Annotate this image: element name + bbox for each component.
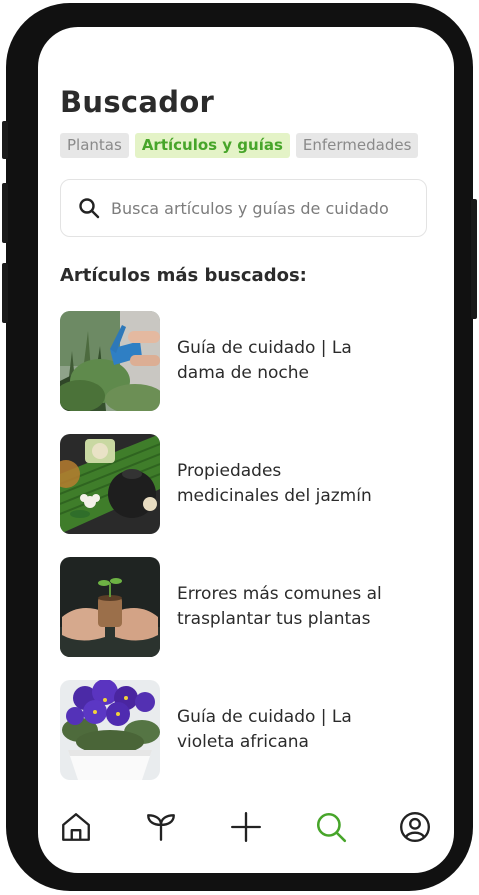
bottom-nav bbox=[38, 807, 454, 863]
section-title: Artículos más buscados: bbox=[60, 265, 307, 286]
list-item[interactable]: Guía de cuidado | La violeta africana bbox=[60, 680, 430, 780]
side-button bbox=[2, 121, 8, 159]
sprout-icon bbox=[147, 814, 175, 841]
tab-articulos-y-guias[interactable]: Artículos y guías bbox=[134, 133, 290, 158]
nav-home[interactable] bbox=[56, 807, 96, 847]
page-title: Buscador bbox=[60, 85, 215, 119]
nav-plants[interactable] bbox=[141, 807, 181, 847]
list-item[interactable]: Errores más comunes al trasplantar tus p… bbox=[60, 557, 430, 657]
tab-plantas[interactable]: Plantas bbox=[60, 133, 129, 158]
filter-tabs: Plantas Artículos y guías Enfermedades bbox=[60, 133, 419, 158]
tab-enfermedades[interactable]: Enfermedades bbox=[295, 133, 419, 158]
plus-icon bbox=[231, 812, 261, 842]
watering-plants-photo bbox=[60, 311, 160, 411]
phone-frame: Buscador Plantas Artículos y guías Enfer… bbox=[2, 3, 477, 891]
seedling-hands-photo bbox=[60, 557, 160, 657]
side-button bbox=[2, 263, 8, 323]
article-title: Propiedades medicinales del jazmín bbox=[177, 461, 372, 506]
side-button bbox=[2, 183, 8, 243]
list-item[interactable]: Propiedades medicinales del jazmín bbox=[60, 434, 430, 534]
jasmine-tea-photo bbox=[60, 434, 160, 534]
search-input[interactable] bbox=[109, 197, 426, 219]
nav-profile[interactable] bbox=[395, 807, 435, 847]
screen: Buscador Plantas Artículos y guías Enfer… bbox=[38, 27, 454, 873]
power-button bbox=[471, 199, 477, 319]
nav-add[interactable] bbox=[226, 807, 266, 847]
nav-search[interactable] bbox=[311, 807, 351, 847]
list-item[interactable]: Guía de cuidado | La dama de noche bbox=[60, 311, 430, 411]
search-icon bbox=[316, 812, 347, 843]
profile-icon bbox=[400, 812, 430, 842]
home-icon bbox=[62, 813, 90, 841]
search-icon bbox=[79, 198, 100, 219]
article-title: Guía de cuidado | La dama de noche bbox=[177, 338, 352, 383]
african-violet-photo bbox=[60, 680, 160, 780]
article-title: Errores más comunes al trasplantar tus p… bbox=[177, 584, 382, 629]
article-title: Guía de cuidado | La violeta africana bbox=[177, 707, 352, 752]
search-box[interactable] bbox=[60, 179, 427, 237]
